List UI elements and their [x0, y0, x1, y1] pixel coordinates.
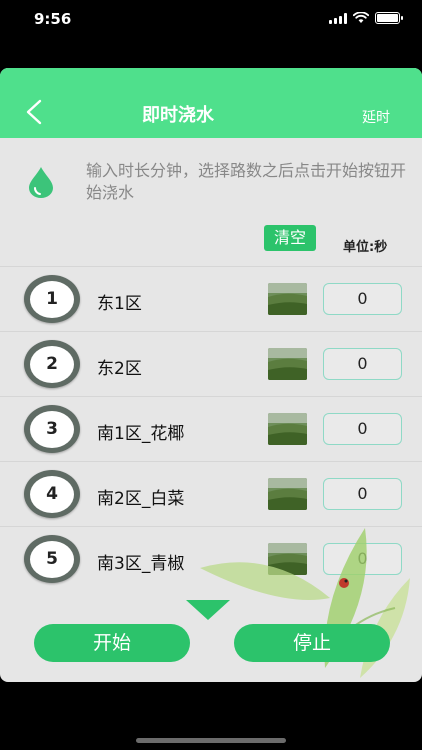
- field-image-icon[interactable]: [268, 283, 307, 315]
- battery-icon: [375, 12, 403, 24]
- field-image-icon[interactable]: [268, 413, 307, 445]
- stop-button[interactable]: 停止: [234, 624, 390, 662]
- zone-name: 南2区_白菜: [97, 489, 185, 509]
- water-drop-icon: [29, 167, 53, 198]
- zone-select-button[interactable]: 5: [24, 535, 80, 583]
- zone-row-3: 3 南1区_花椰 0: [0, 396, 422, 461]
- zone-number: 5: [30, 540, 74, 578]
- zone-select-button[interactable]: 1: [24, 275, 80, 323]
- field-image-icon[interactable]: [268, 478, 307, 510]
- status-time: 9:56: [34, 10, 72, 28]
- zone-row-2: 2 东2区 0: [0, 331, 422, 396]
- signal-icon: [329, 12, 347, 24]
- duration-input[interactable]: 0: [323, 413, 402, 445]
- field-image-icon[interactable]: [268, 543, 307, 575]
- zone-row-4: 4 南2区_白菜 0: [0, 461, 422, 526]
- delay-button[interactable]: 延时: [362, 107, 390, 127]
- status-icons: [329, 12, 403, 24]
- field-image-icon[interactable]: [268, 348, 307, 380]
- zone-number: 4: [30, 475, 74, 513]
- unit-label: 单位:秒: [343, 240, 388, 255]
- duration-input[interactable]: 0: [323, 543, 402, 575]
- zone-name: 东1区: [97, 294, 142, 314]
- zone-row-1: 1 东1区 0: [0, 266, 422, 331]
- zone-name: 南1区_花椰: [97, 424, 185, 444]
- zone-number: 1: [30, 280, 74, 318]
- zone-name: 东2区: [97, 359, 142, 379]
- zone-select-button[interactable]: 2: [24, 340, 80, 388]
- triangle-down-icon[interactable]: [186, 600, 230, 620]
- home-indicator: [136, 738, 286, 743]
- zone-select-button[interactable]: 4: [24, 470, 80, 518]
- zone-row-5: 5 南3区_青椒 0: [0, 526, 422, 591]
- wifi-icon: [353, 12, 369, 23]
- zone-number: 2: [30, 345, 74, 383]
- status-bar: 9:56: [0, 0, 422, 44]
- zone-select-button[interactable]: 3: [24, 405, 80, 453]
- duration-input[interactable]: 0: [323, 283, 402, 315]
- zone-name: 南3区_青椒: [97, 554, 185, 574]
- hint-text: 输入时长分钟，选择路数之后点击开始按钮开始浇水: [86, 161, 407, 202]
- duration-input[interactable]: 0: [323, 478, 402, 510]
- watering-card: 即时浇水 延时 输入时长分钟，选择路数之后点击开始按钮开始浇水 清空 单位:秒 …: [0, 68, 422, 682]
- start-button[interactable]: 开始: [34, 624, 190, 662]
- zone-list: 1 东1区 0 2 东2区 0 3 南1区_花椰 0 4 南2区_白菜 0 5 …: [0, 266, 422, 591]
- clear-button[interactable]: 清空: [264, 225, 316, 251]
- zone-number: 3: [30, 410, 74, 448]
- nav-bar: 即时浇水 延时: [0, 68, 422, 138]
- page-title: 即时浇水: [142, 105, 214, 126]
- duration-input[interactable]: 0: [323, 348, 402, 380]
